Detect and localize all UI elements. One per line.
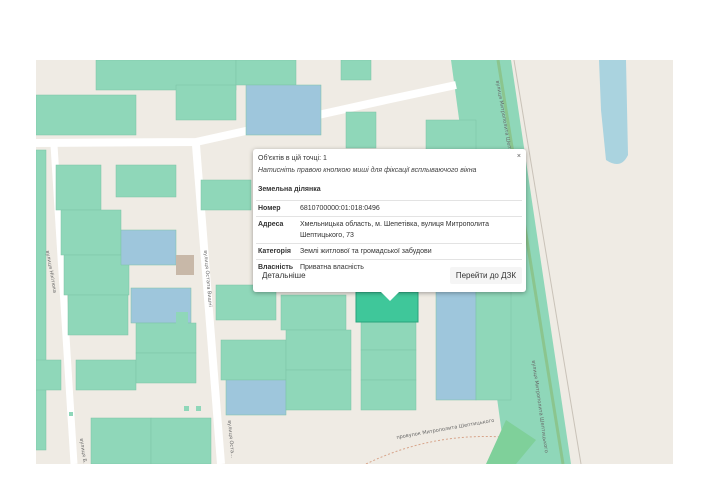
section-title: Земельна ділянка bbox=[258, 186, 321, 193]
row-value: Землі житлової та громадської забудови bbox=[298, 243, 522, 260]
water-area bbox=[599, 60, 628, 164]
popup-tip bbox=[381, 292, 399, 301]
details-button[interactable]: Детальніше bbox=[256, 267, 312, 284]
parcel-info-table: Номер 6810700000:01:018:0496 Адреса Хмел… bbox=[256, 200, 522, 275]
table-row: Номер 6810700000:01:018:0496 bbox=[256, 200, 522, 217]
close-icon[interactable]: × bbox=[517, 153, 521, 160]
row-key: Адреса bbox=[256, 216, 298, 244]
parcel-popup: × Об'єктів в цій точці: 1 Натисніть прав… bbox=[253, 149, 526, 301]
row-value: 6810700000:01:018:0496 bbox=[298, 200, 522, 217]
go-to-dzk-button[interactable]: Перейти до ДЗК bbox=[449, 267, 522, 284]
row-key: Номер bbox=[256, 200, 298, 217]
popup-hint: Натисніть правою кнопкою миші для фіксац… bbox=[258, 167, 477, 174]
row-key: Категорія bbox=[256, 243, 298, 260]
row-value: Хмельницька область, м. Шепетівка, вулиц… bbox=[298, 216, 522, 244]
table-row: Адреса Хмельницька область, м. Шепетівка… bbox=[256, 216, 522, 244]
objects-count: Об'єктів в цій точці: 1 bbox=[258, 155, 327, 162]
table-row: Категорія Землі житлової та громадської … bbox=[256, 243, 522, 260]
